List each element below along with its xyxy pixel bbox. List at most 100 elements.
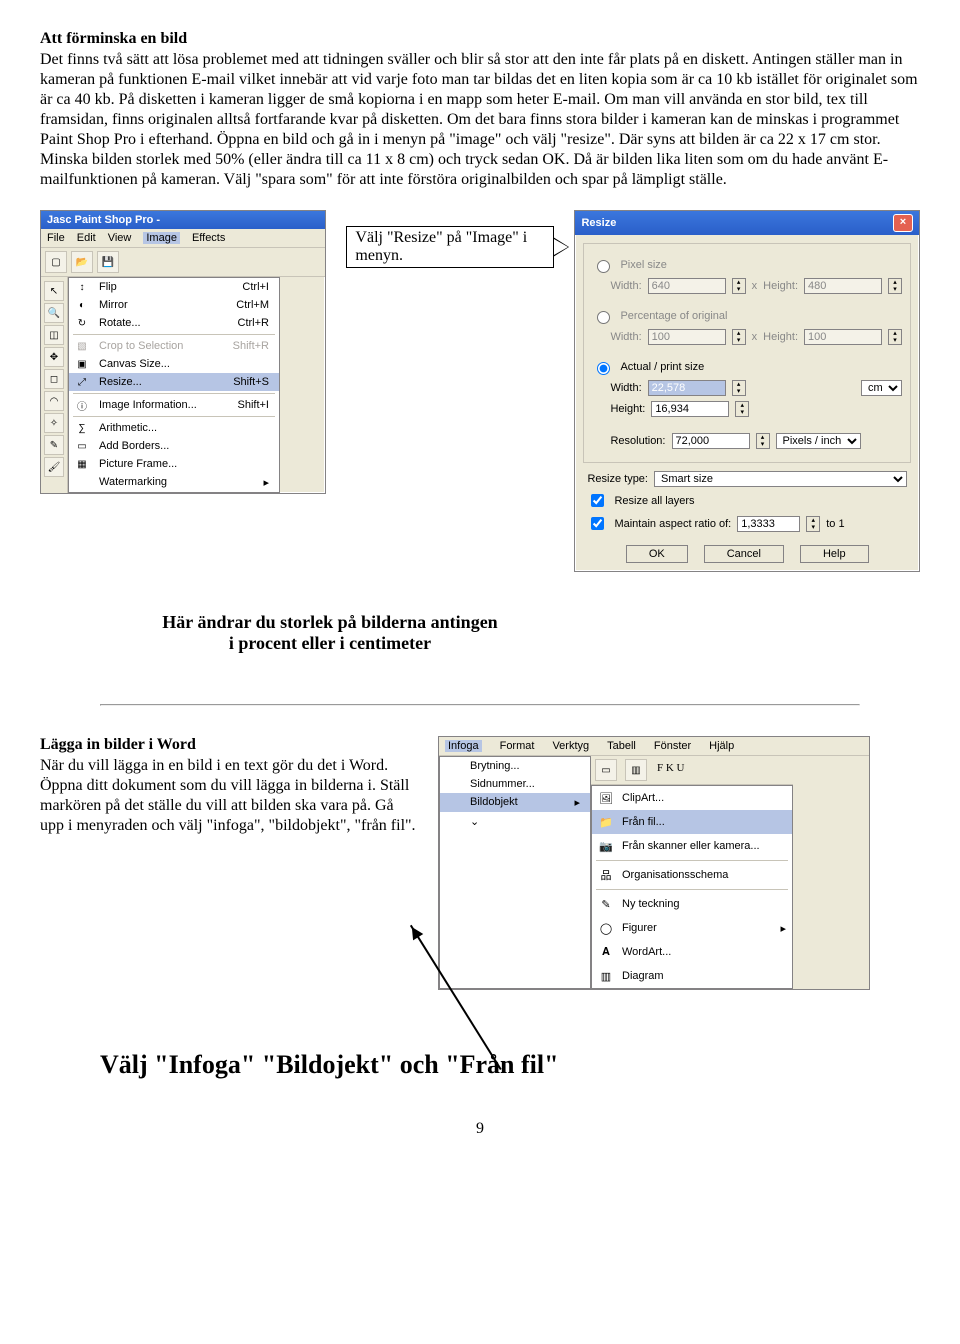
word-menu-item[interactable]: Bildobjekt▸ bbox=[440, 793, 590, 812]
submenu-item-icon: 📁 bbox=[598, 814, 614, 830]
psp-menu-view[interactable]: View bbox=[108, 232, 132, 244]
paragraph-2: När du vill lägga in en bild i en text g… bbox=[40, 756, 420, 836]
radio-actual-size[interactable] bbox=[597, 362, 610, 375]
tool-dropper-icon[interactable]: ✎ bbox=[44, 435, 64, 455]
callout-size-change: Här ändrar du storlek på bilderna anting… bbox=[160, 612, 500, 654]
psp-menu-item[interactable]: ▧Crop to SelectionShift+R bbox=[69, 337, 279, 355]
radio-percentage[interactable] bbox=[597, 311, 610, 324]
psp-image-dropdown[interactable]: ↕FlipCtrl+I◐MirrorCtrl+M↻Rotate...Ctrl+R… bbox=[68, 277, 280, 493]
word-menu-hjalp[interactable]: Hjälp bbox=[709, 740, 734, 752]
word-submenu-item[interactable]: ▥Diagram bbox=[592, 964, 792, 988]
submenu-item-icon: ✎ bbox=[598, 896, 614, 912]
psp-menu-item[interactable]: ⤢Resize...Shift+S bbox=[69, 373, 279, 391]
input-percent-height[interactable] bbox=[804, 329, 882, 345]
word-submenu-item[interactable]: 📁Från fil... bbox=[592, 810, 792, 834]
word-menubar[interactable]: Infoga Format Verktyg Tabell Fönster Hjä… bbox=[439, 737, 869, 756]
psp-menu-item[interactable]: Watermarking▸ bbox=[69, 473, 279, 492]
word-window: Infoga Format Verktyg Tabell Fönster Hjä… bbox=[438, 736, 870, 990]
resize-button-bar: OK Cancel Help bbox=[575, 537, 919, 571]
input-resolution[interactable] bbox=[672, 433, 750, 449]
tool-wand-icon[interactable]: ✧ bbox=[44, 413, 64, 433]
psp-menu-item[interactable]: ↻Rotate...Ctrl+R bbox=[69, 314, 279, 332]
psp-menu-item[interactable]: ↕FlipCtrl+I bbox=[69, 278, 279, 296]
spinner-icon[interactable]: ▴▾ bbox=[888, 329, 902, 345]
label-height-2: Height: bbox=[763, 331, 798, 343]
word-submenu-item[interactable]: 𝐀WordArt... bbox=[592, 940, 792, 964]
menu-item-icon: ▣ bbox=[75, 357, 89, 371]
submenu-item-icon: ▥ bbox=[598, 968, 614, 984]
spinner-icon[interactable]: ▴▾ bbox=[732, 380, 746, 396]
tool-lasso-icon[interactable]: ◠ bbox=[44, 391, 64, 411]
psp-menu-item[interactable]: ⓘImage Information...Shift+I bbox=[69, 396, 279, 414]
word-submenu-item[interactable]: ✎Ny teckning bbox=[592, 892, 792, 916]
tb-new-icon[interactable]: ▢ bbox=[45, 251, 67, 273]
word-submenu-item[interactable]: 🖼ClipArt... bbox=[592, 786, 792, 810]
psp-menu-item[interactable]: ▦Picture Frame... bbox=[69, 455, 279, 473]
check-aspect-ratio[interactable] bbox=[591, 517, 604, 530]
psp-menu-item[interactable]: ▣Canvas Size... bbox=[69, 355, 279, 373]
word-tb-icon[interactable]: ▭ bbox=[595, 759, 617, 781]
tool-brush-icon[interactable]: 🖌 bbox=[44, 457, 64, 477]
word-submenu-item[interactable]: 品Organisationsschema bbox=[592, 863, 792, 887]
word-submenu-item[interactable]: 📷Från skanner eller kamera... bbox=[592, 834, 792, 858]
input-pixel-height[interactable] bbox=[804, 278, 882, 294]
tool-move-icon[interactable]: ✥ bbox=[44, 347, 64, 367]
word-menu-fonster[interactable]: Fönster bbox=[654, 740, 691, 752]
word-menu-infoga[interactable]: Infoga bbox=[445, 740, 482, 752]
menu-item-icon: ▭ bbox=[75, 439, 89, 453]
psp-menu-file[interactable]: File bbox=[47, 232, 65, 244]
menu-item-icon: ∑ bbox=[75, 421, 89, 435]
cancel-button[interactable]: Cancel bbox=[704, 545, 784, 563]
word-bildobjekt-submenu[interactable]: 🖼ClipArt...📁Från fil...📷Från skanner ell… bbox=[591, 785, 793, 989]
label-x-1: x bbox=[752, 280, 758, 292]
psp-menu-edit[interactable]: Edit bbox=[77, 232, 96, 244]
resize-title: Resize bbox=[581, 217, 616, 229]
resize-dialog: Resize × Pixel size Width: ▴▾ x Height: … bbox=[574, 210, 920, 572]
spinner-icon[interactable]: ▴▾ bbox=[732, 329, 746, 345]
radio-pixel-size[interactable] bbox=[597, 260, 610, 273]
tool-zoom-icon[interactable]: 🔍 bbox=[44, 303, 64, 323]
psp-menu-item[interactable]: ∑Arithmetic... bbox=[69, 419, 279, 437]
input-aspect-ratio[interactable] bbox=[737, 516, 800, 532]
select-unit[interactable]: cm bbox=[861, 380, 902, 396]
ok-button[interactable]: OK bbox=[626, 545, 688, 563]
input-actual-height[interactable] bbox=[651, 401, 729, 417]
tb-save-icon[interactable]: 💾 bbox=[97, 251, 119, 273]
spinner-icon[interactable]: ▴▾ bbox=[806, 516, 820, 532]
psp-menu-effects[interactable]: Effects bbox=[192, 232, 225, 244]
word-menu-item[interactable]: Brytning... bbox=[440, 757, 590, 775]
spinner-icon[interactable]: ▴▾ bbox=[732, 278, 746, 294]
tool-crop-icon[interactable]: ◫ bbox=[44, 325, 64, 345]
psp-title: Jasc Paint Shop Pro - bbox=[47, 214, 160, 226]
word-menu-item[interactable]: Sidnummer... bbox=[440, 775, 590, 793]
input-pixel-width[interactable] bbox=[648, 278, 726, 294]
word-menu-item[interactable]: ⌄ bbox=[440, 812, 590, 831]
word-menu-format[interactable]: Format bbox=[500, 740, 535, 752]
input-actual-width[interactable] bbox=[648, 380, 726, 396]
tool-select-icon[interactable]: ◻ bbox=[44, 369, 64, 389]
tool-arrow-icon[interactable]: ↖ bbox=[44, 281, 64, 301]
label-height-3: Height: bbox=[610, 403, 645, 415]
tb-open-icon[interactable]: 📂 bbox=[71, 251, 93, 273]
help-button[interactable]: Help bbox=[800, 545, 869, 563]
word-menu-tabell[interactable]: Tabell bbox=[607, 740, 636, 752]
spinner-icon[interactable]: ▴▾ bbox=[756, 433, 770, 449]
check-all-layers[interactable] bbox=[591, 494, 604, 507]
psp-menubar[interactable]: File Edit View Image Effects bbox=[41, 229, 325, 248]
word-menu-verktyg[interactable]: Verktyg bbox=[552, 740, 589, 752]
word-format-fku[interactable]: F K U bbox=[655, 759, 687, 781]
close-icon[interactable]: × bbox=[893, 214, 913, 232]
spinner-icon[interactable]: ▴▾ bbox=[735, 401, 749, 417]
psp-menu-image[interactable]: Image bbox=[143, 232, 180, 244]
select-resolution-unit[interactable]: Pixels / inch bbox=[776, 433, 861, 449]
word-infoga-dropdown[interactable]: Brytning...Sidnummer...Bildobjekt▸⌄ bbox=[439, 756, 591, 989]
psp-menu-item[interactable]: ▭Add Borders... bbox=[69, 437, 279, 455]
select-resize-type[interactable]: Smart size bbox=[654, 471, 907, 487]
psp-menu-item[interactable]: ◐MirrorCtrl+M bbox=[69, 296, 279, 314]
word-tb-icon[interactable]: ▥ bbox=[625, 759, 647, 781]
input-percent-width[interactable] bbox=[648, 329, 726, 345]
spinner-icon[interactable]: ▴▾ bbox=[888, 278, 902, 294]
menu-item-icon: ▧ bbox=[75, 339, 89, 353]
word-submenu-item[interactable]: ◯Figurer▸ bbox=[592, 916, 792, 940]
label-all-layers: Resize all layers bbox=[614, 495, 694, 507]
